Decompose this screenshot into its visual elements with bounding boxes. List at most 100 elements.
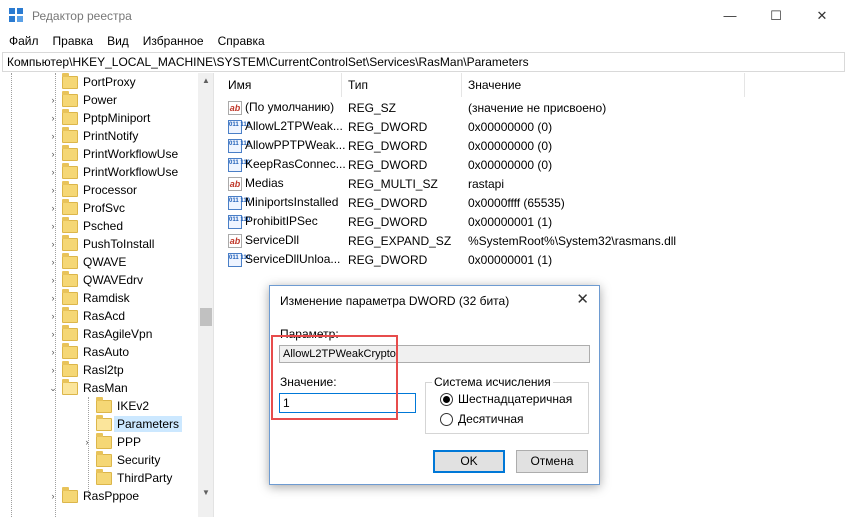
tree-item-raspppoe[interactable]: › RasPppoe xyxy=(52,486,139,505)
chevron-right-icon[interactable]: › xyxy=(48,185,58,195)
value-row[interactable]: 011 110MiniportsInstalled REG_DWORD 0x00… xyxy=(222,193,845,212)
tree-item-security[interactable]: Security xyxy=(96,450,160,469)
chevron-right-icon[interactable]: › xyxy=(48,491,58,501)
tree-item-processor[interactable]: › Processor xyxy=(52,180,137,199)
chevron-right-icon[interactable]: › xyxy=(48,347,58,357)
folder-icon xyxy=(96,468,112,485)
ok-button[interactable]: OK xyxy=(433,450,505,473)
tree-item-thirdparty[interactable]: ThirdParty xyxy=(96,468,172,487)
tree-item-qwave[interactable]: › QWAVE xyxy=(52,252,126,271)
tree-item-label: PrintWorkflowUse xyxy=(83,165,179,179)
string-value-icon: ab xyxy=(228,176,242,191)
tree-item-rasl2tp[interactable]: › Rasl2tp xyxy=(52,360,124,379)
tree-item-ramdisk[interactable]: › Ramdisk xyxy=(52,288,130,307)
menu-favorites[interactable]: Избранное xyxy=(136,34,211,48)
chevron-right-icon[interactable]: › xyxy=(48,113,58,123)
column-name[interactable]: Имя xyxy=(222,73,342,97)
menu-help[interactable]: Справка xyxy=(211,34,272,48)
dialog-close-icon[interactable]: ✕ xyxy=(576,290,589,308)
chevron-right-icon[interactable]: › xyxy=(48,275,58,285)
value-data-label: Значение: xyxy=(280,375,337,389)
tree-item-pptpminiport[interactable]: › PptpMiniport xyxy=(52,108,150,127)
radio-decimal[interactable]: Десятичная xyxy=(440,412,524,426)
chevron-right-icon[interactable]: › xyxy=(48,293,58,303)
tree-item-rasauto[interactable]: › RasAuto xyxy=(52,342,129,361)
scroll-down-icon[interactable]: ▼ xyxy=(198,485,213,501)
value-name: Medias xyxy=(245,176,284,191)
value-name: KeepRasConnec... xyxy=(245,157,346,172)
binary-value-icon: 011 110 xyxy=(228,157,250,172)
chevron-right-icon[interactable]: › xyxy=(48,95,58,105)
value-row[interactable]: ab (По умолчанию) REG_SZ (значение не при… xyxy=(222,98,845,117)
tree-item-rasacd[interactable]: › RasAcd xyxy=(52,306,126,325)
tree-item-ikev2[interactable]: IKEv2 xyxy=(96,396,149,415)
folder-icon xyxy=(62,252,78,269)
tree-item-printworkflowuse[interactable]: › PrintWorkflowUse xyxy=(52,144,179,163)
radio-unchecked-icon[interactable] xyxy=(440,412,453,426)
value-data-input[interactable] xyxy=(279,393,416,413)
minimize-button[interactable]: — xyxy=(707,0,753,31)
chevron-right-icon[interactable]: › xyxy=(48,239,58,249)
chevron-right-icon[interactable]: › xyxy=(48,203,58,213)
chevron-right-icon[interactable]: › xyxy=(48,329,58,339)
tree-item-pushtoinstall[interactable]: › PushToInstall xyxy=(52,234,154,253)
value-row[interactable]: 011 110AllowL2TPWeak... REG_DWORD 0x0000… xyxy=(222,117,845,136)
tree-item-label: RasAgileVpn xyxy=(83,327,153,341)
chevron-right-icon[interactable]: › xyxy=(82,437,92,447)
tree-item-label: QWAVEdrv xyxy=(83,273,144,287)
value-row[interactable]: ab Medias REG_MULTI_SZ rastapi xyxy=(222,174,845,193)
column-type[interactable]: Тип xyxy=(342,73,462,97)
tree-item-printnotify[interactable]: › PrintNotify xyxy=(52,126,138,145)
value-data: 0x0000ffff (65535) xyxy=(468,195,565,210)
chevron-right-icon[interactable]: › xyxy=(48,311,58,321)
menu-view[interactable]: Вид xyxy=(100,34,136,48)
registry-editor-icon xyxy=(9,7,25,24)
tree-item-ppp[interactable]: › PPP xyxy=(86,432,141,451)
value-row[interactable]: 011 110ProhibitIPSec REG_DWORD 0x0000000… xyxy=(222,212,845,231)
menu-edit[interactable]: Правка xyxy=(46,34,101,48)
tree-item-label: PrintWorkflowUse xyxy=(83,147,179,161)
folder-icon xyxy=(62,270,78,287)
value-row[interactable]: 011 110ServiceDllUnloa... REG_DWORD 0x00… xyxy=(222,250,845,269)
tree-item-printworkflowuse-2[interactable]: › PrintWorkflowUse xyxy=(52,162,179,181)
folder-open-icon xyxy=(96,414,112,431)
value-row[interactable]: 011 110KeepRasConnec... REG_DWORD 0x0000… xyxy=(222,155,845,174)
cancel-button[interactable]: Отмена xyxy=(516,450,588,473)
folder-icon xyxy=(62,73,78,89)
tree-item-portproxy[interactable]: PortProxy xyxy=(62,73,136,91)
column-headers: Имя Тип Значение xyxy=(222,73,845,97)
chevron-right-icon[interactable]: › xyxy=(48,365,58,375)
tree-item-qwavedrv[interactable]: › QWAVEdrv xyxy=(52,270,144,289)
tree-item-label: RasAcd xyxy=(83,309,126,323)
tree-item-power[interactable]: › Power xyxy=(52,90,117,109)
value-data: 0x00000001 (1) xyxy=(468,214,553,229)
tree-item-parameters[interactable]: Parameters xyxy=(96,414,183,433)
chevron-right-icon[interactable]: › xyxy=(48,149,58,159)
maximize-button[interactable]: ☐ xyxy=(753,0,799,31)
scroll-up-icon[interactable]: ▲ xyxy=(198,73,213,89)
radio-hexadecimal[interactable]: Шестнадцатеричная xyxy=(440,392,572,406)
chevron-right-icon[interactable]: › xyxy=(48,131,58,141)
tree-item-label: ProfSvc xyxy=(83,201,126,215)
value-row[interactable]: ab ServiceDll REG_EXPAND_SZ %SystemRoot%\… xyxy=(222,231,845,250)
close-button[interactable]: ✕ xyxy=(799,0,845,31)
tree-item-rasman[interactable]: ⌄ RasMan xyxy=(49,378,128,397)
tree-item-psched[interactable]: › Psched xyxy=(52,216,123,235)
menu-file[interactable]: Файл xyxy=(2,34,46,48)
scrollbar-thumb[interactable] xyxy=(200,308,212,326)
folder-icon xyxy=(62,108,78,125)
chevron-right-icon[interactable]: › xyxy=(48,221,58,231)
tree-item-rasagilevpn[interactable]: › RasAgileVpn xyxy=(52,324,153,343)
address-bar[interactable]: Компьютер\HKEY_LOCAL_MACHINE\SYSTEM\Curr… xyxy=(2,52,845,72)
value-row[interactable]: 011 110AllowPPTPWeak... REG_DWORD 0x0000… xyxy=(222,136,845,155)
radio-checked-icon[interactable] xyxy=(440,392,453,406)
folder-icon xyxy=(62,144,78,161)
chevron-down-icon[interactable]: ⌄ xyxy=(48,383,58,394)
tree-item-profsvc[interactable]: › ProfSvc xyxy=(52,198,126,217)
binary-value-icon: 011 110 xyxy=(228,252,250,267)
chevron-right-icon[interactable]: › xyxy=(48,167,58,177)
tree-item-label: Rasl2tp xyxy=(83,363,124,377)
column-value[interactable]: Значение xyxy=(462,73,745,97)
tree-scrollbar[interactable]: ▲ ▼ xyxy=(198,73,213,517)
chevron-right-icon[interactable]: › xyxy=(48,257,58,267)
